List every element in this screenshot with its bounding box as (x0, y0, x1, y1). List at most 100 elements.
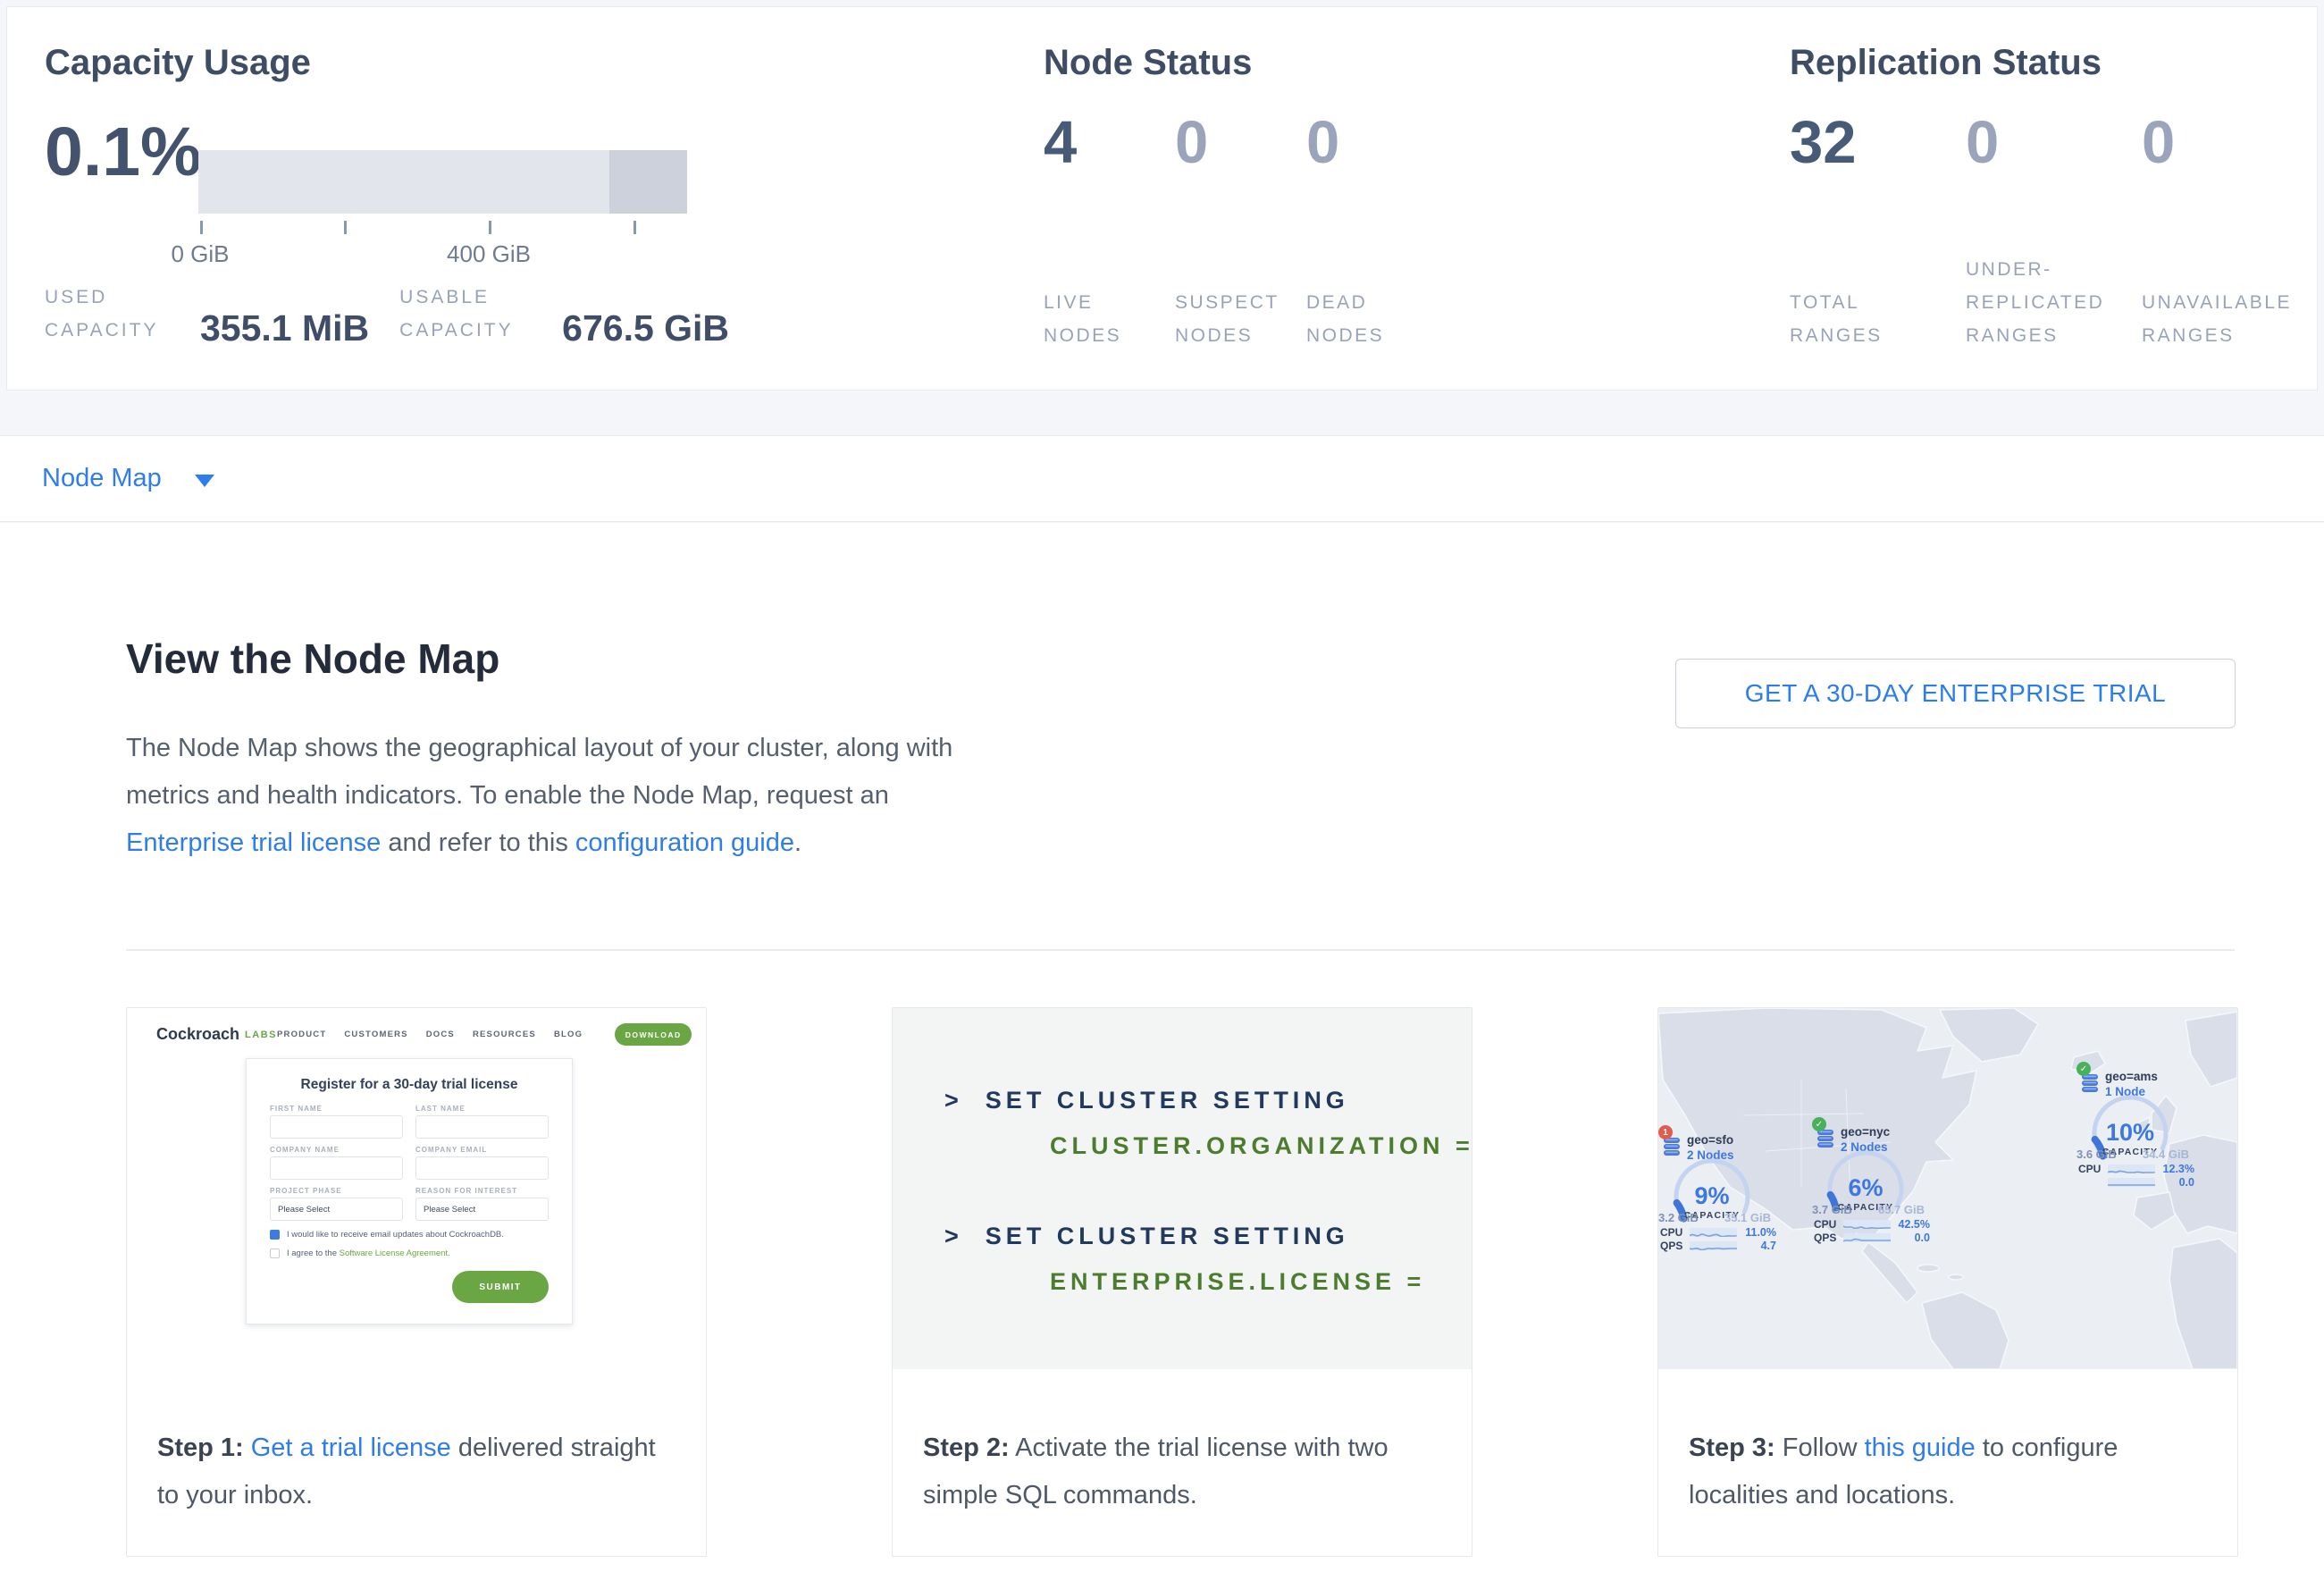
text-input (415, 1115, 549, 1139)
ok-badge-icon: ✓ (1812, 1117, 1826, 1131)
cpu-sparkline (1843, 1220, 1891, 1229)
cpu-metric-row: CPU 12.3% (2078, 1163, 2194, 1175)
cpu-value: 42.5% (1896, 1218, 1930, 1231)
select-input: Please Select (270, 1198, 403, 1221)
step-number: Step 1: (157, 1433, 244, 1462)
brand-suffix: LABS (245, 1030, 277, 1040)
qps-label: QPS (1660, 1240, 1690, 1252)
qps-label: QPS (1814, 1232, 1843, 1244)
cpu-sparkline (2108, 1164, 2155, 1173)
stat-value: 0 (1966, 113, 2142, 172)
stat-label: TOTAL RANGES (1790, 286, 1906, 352)
cpu-metric-row: CPU 42.5% (1814, 1218, 1930, 1231)
mini-site-nav: PRODUCT CUSTOMERS DOCS RESOURCES BLOG DO… (277, 1023, 692, 1046)
mini-site-header: Cockroach LABS PRODUCT CUSTOMERS DOCS RE… (127, 1008, 706, 1047)
step-number: Step 2: (923, 1433, 1010, 1462)
axis-tick-label: 400 GiB (447, 240, 531, 268)
usable-capacity-label: USABLE CAPACITY (399, 281, 542, 347)
capacity-values: 3.6 GiB 34.4 GiB (2076, 1148, 2189, 1161)
cpu-sparkline (1690, 1228, 1737, 1237)
cpu-label: CPU (2078, 1163, 2108, 1175)
node-map-promo-section: View the Node Map The Node Map shows the… (0, 523, 2324, 1589)
stat-value: 0 (1306, 113, 1438, 172)
stat-label: SUSPECT NODES (1175, 286, 1291, 352)
capacity-bar-reserved-segment (609, 150, 687, 214)
nav-item: DOCS (426, 1030, 455, 1039)
checkbox-label: I would like to receive email updates ab… (287, 1230, 504, 1240)
node-status-title: Node Status (1044, 43, 1252, 83)
suspect-nodes-stat: 0 SUSPECT NODES (1175, 113, 1306, 352)
stat-value: 0 (2142, 113, 2318, 172)
prompt-symbol: > (944, 1087, 963, 1114)
node-map-dropdown[interactable]: Node Map (0, 435, 2324, 522)
sql-command: > SET CLUSTER SETTING ENTERPRISE.LICENSE… (944, 1223, 1472, 1296)
under-replicated-ranges-stat: 0 UNDER-REPLICATED RANGES (1966, 113, 2142, 352)
sql-argument-line: ENTERPRISE.LICENSE = (1050, 1268, 1472, 1296)
used-capacity-value: 355.1 MiB (200, 307, 369, 349)
description-text: . (794, 828, 801, 857)
stat-label: UNDER-REPLICATED RANGES (1966, 253, 2135, 352)
used-gib: 3.7 GiB (1812, 1203, 1852, 1216)
total-gib: 35.1 GiB (1724, 1211, 1771, 1224)
qps-sparkline (1843, 1233, 1891, 1242)
stat-value: 0 (1175, 113, 1306, 172)
get-trial-license-link[interactable]: Get a trial license (251, 1433, 451, 1462)
qps-value: 4.7 (1742, 1240, 1776, 1252)
qps-metric-row: QPS 4.7 (1660, 1240, 1776, 1252)
sql-argument-line: CLUSTER.ORGANIZATION = (1050, 1132, 1472, 1160)
configuration-guide-link[interactable]: configuration guide (575, 828, 794, 857)
replication-status-title: Replication Status (1790, 43, 2102, 83)
step3-card: 1 geo=sfo 2 Nodes 9% CAPACITY (1657, 1007, 2238, 1557)
qps-value: 0.0 (2160, 1176, 2194, 1189)
cpu-value: 12.3% (2160, 1163, 2194, 1175)
text-input (415, 1156, 549, 1180)
checkbox-unchecked-icon (270, 1248, 280, 1258)
select-input: Please Select (415, 1198, 549, 1221)
usable-capacity-value: 676.5 GiB (562, 307, 729, 349)
database-stack-icon (1816, 1129, 1834, 1149)
steps-cards-row: Cockroach LABS PRODUCT CUSTOMERS DOCS RE… (126, 1007, 2238, 1557)
node-map-dropdown-label[interactable]: Node Map (42, 464, 162, 493)
node-status-stats: 4 LIVE NODES 0 SUSPECT NODES 0 DEAD NODE… (1044, 113, 1438, 352)
step1-caption: Step 1: Get a trial license delivered st… (127, 1369, 706, 1519)
cluster-summary-panel: Capacity Usage 0.1% 0 GiB 400 GiB USED C… (6, 6, 2318, 391)
field-label: PROJECT PHASE (270, 1187, 403, 1195)
capacity-percent: 9% (1694, 1182, 1729, 1209)
page-title: View the Node Map (126, 635, 499, 683)
capacity-details: USED CAPACITY 355.1 MiB USABLE CAPACITY … (45, 281, 729, 347)
nav-item: PRODUCT (277, 1030, 326, 1039)
replication-status-stats: 32 TOTAL RANGES 0 UNDER-REPLICATED RANGE… (1790, 113, 2318, 352)
command-text: SET CLUSTER SETTING (986, 1087, 1349, 1114)
brand-name: Cockroach (156, 1025, 239, 1044)
description-text: and refer to this (381, 828, 575, 857)
axis-tick (344, 221, 347, 234)
step2-caption: Step 2: Activate the trial license with … (893, 1369, 1472, 1519)
stat-label: DEAD NODES (1306, 286, 1405, 352)
node-map-description: The Node Map shows the geographical layo… (126, 725, 991, 867)
caption-text (244, 1433, 251, 1462)
this-guide-link[interactable]: this guide (1865, 1433, 1976, 1462)
prompt-symbol: > (944, 1223, 963, 1249)
step2-sql-illustration: > SET CLUSTER SETTING CLUSTER.ORGANIZATI… (893, 1008, 1472, 1369)
step-number: Step 3: (1689, 1433, 1775, 1462)
alert-badge-icon: 1 (1658, 1125, 1673, 1139)
get-enterprise-trial-button[interactable]: GET A 30-DAY ENTERPRISE TRIAL (1675, 659, 2236, 728)
capacity-values: 3.7 GiB 65.7 GiB (1812, 1203, 1925, 1216)
capacity-values: 3.2 GiB 35.1 GiB (1658, 1211, 1771, 1224)
dead-nodes-stat: 0 DEAD NODES (1306, 113, 1438, 352)
ok-badge-icon: ✓ (2076, 1062, 2091, 1076)
step1-card: Cockroach LABS PRODUCT CUSTOMERS DOCS RE… (126, 1007, 707, 1557)
cpu-value: 11.0% (1742, 1226, 1776, 1239)
cpu-label: CPU (1660, 1226, 1690, 1239)
axis-tick (489, 221, 491, 234)
text-input (270, 1156, 403, 1180)
live-nodes-stat: 4 LIVE NODES (1044, 113, 1175, 352)
field-label: REASON FOR INTEREST (415, 1187, 549, 1195)
capacity-bar: 0 GiB 400 GiB (198, 150, 687, 214)
unavailable-ranges-stat: 0 UNAVAILABLE RANGES (2142, 113, 2318, 352)
field-label: COMPANY NAME (270, 1146, 403, 1154)
capacity-usage-title: Capacity Usage (45, 43, 311, 83)
capacity-percent: 6% (1848, 1174, 1883, 1201)
enterprise-trial-license-link[interactable]: Enterprise trial license (126, 828, 381, 857)
command-text: SET CLUSTER SETTING (986, 1223, 1349, 1249)
